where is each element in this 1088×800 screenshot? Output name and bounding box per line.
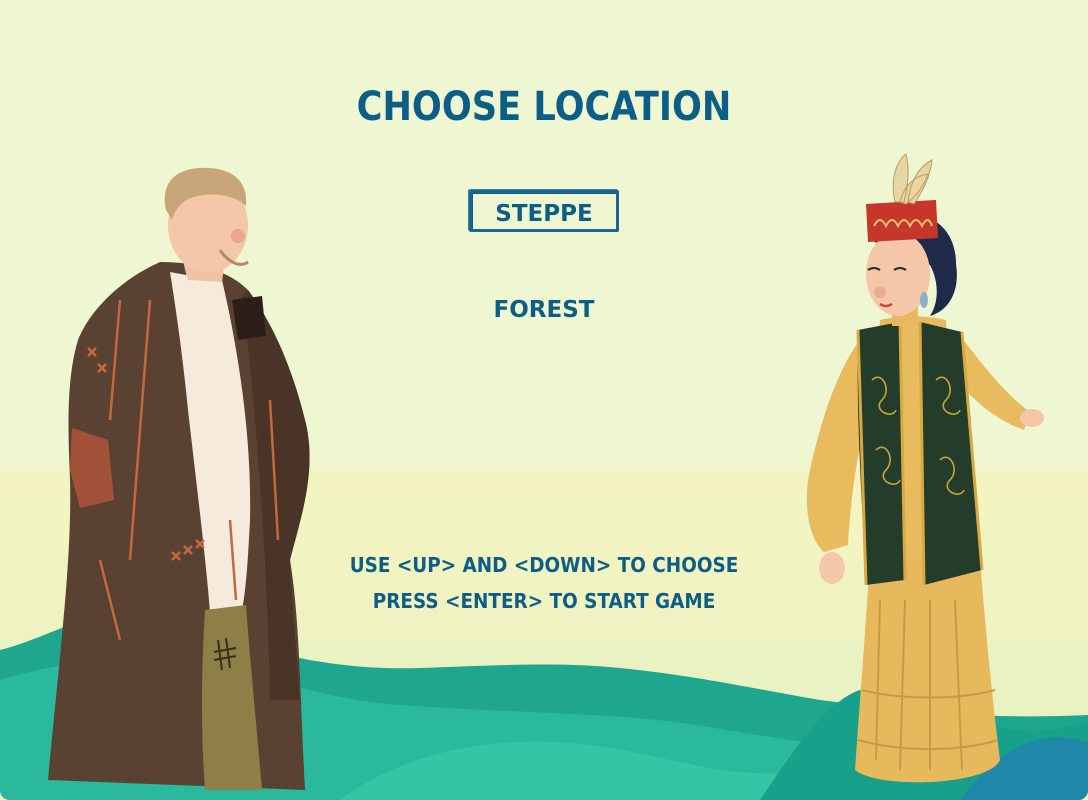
game-screen: CHOOSE LOCATION STEPPE FOREST USE <UP> A… bbox=[0, 0, 1088, 800]
location-option-steppe[interactable]: STEPPE bbox=[469, 190, 619, 232]
woman-right-hand bbox=[1020, 409, 1044, 427]
instruction-start: PRESS <ENTER> TO START GAME bbox=[372, 589, 716, 613]
page-title: CHOOSE LOCATION bbox=[356, 84, 732, 130]
instruction-choose: USE <UP> AND <DOWN> TO CHOOSE bbox=[349, 553, 739, 577]
location-option-forest[interactable]: FOREST bbox=[469, 292, 619, 328]
location-menu: STEPPE FOREST bbox=[0, 190, 1088, 328]
